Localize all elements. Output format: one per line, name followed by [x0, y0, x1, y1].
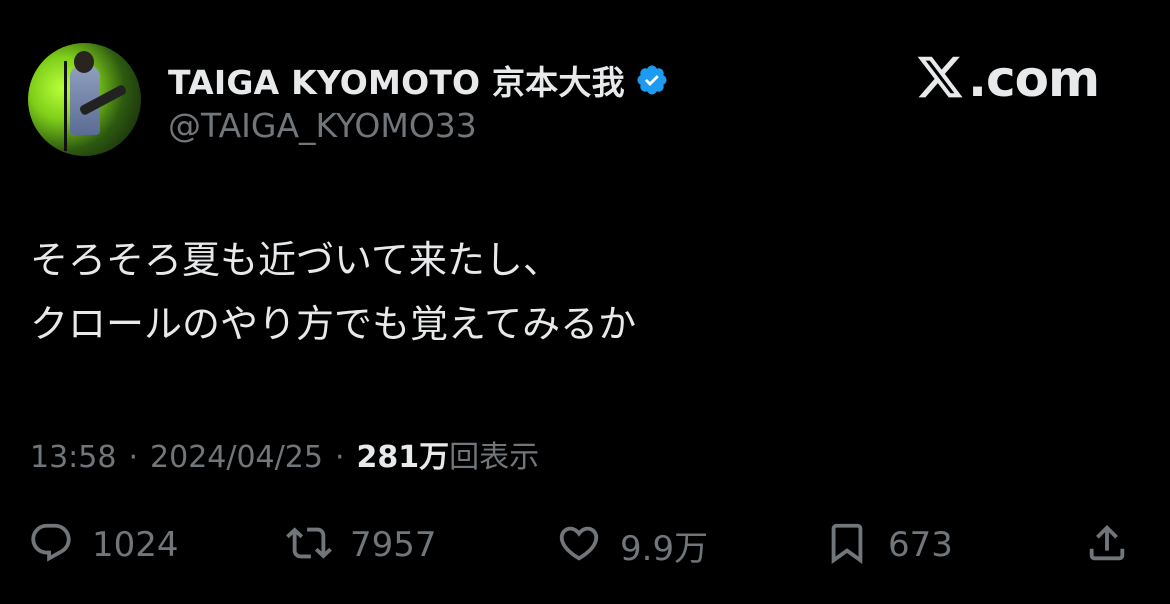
share-button[interactable]	[1084, 520, 1130, 570]
share-icon	[1084, 520, 1130, 570]
heart-icon	[556, 520, 602, 570]
tweet-time[interactable]: 13:58	[30, 440, 116, 475]
like-count: 9.9万	[620, 528, 709, 569]
retweet-icon	[286, 520, 332, 570]
views-count[interactable]: 281万	[356, 432, 449, 476]
tweet-line: そろそろ夏も近づいて来たし、	[30, 238, 561, 282]
avatar-head	[74, 51, 94, 73]
tweet-meta: 13:58 · 2024/04/25 · 281万 回表示	[30, 432, 539, 476]
brand: .com	[914, 50, 1100, 108]
reply-button[interactable]: 1024	[28, 520, 179, 570]
brand-text: .com	[968, 50, 1100, 108]
tweet-date[interactable]: 2024/04/25	[150, 440, 323, 475]
reply-count: 1024	[92, 525, 179, 565]
author-name-row: TAIGA KYOMOTO 京本大我	[168, 56, 669, 104]
x-logo-icon	[914, 52, 966, 106]
tweet-line: クロールのやり方でも覚えてみるか	[30, 302, 637, 346]
retweet-count: 7957	[350, 525, 437, 565]
avatar[interactable]	[28, 43, 141, 156]
bookmark-button[interactable]: 673	[824, 520, 953, 570]
reply-icon	[28, 520, 74, 570]
meta-separator: ·	[334, 440, 345, 475]
handle[interactable]: @TAIGA_KYOMO33	[168, 106, 477, 145]
display-name[interactable]: TAIGA KYOMOTO 京本大我	[168, 56, 625, 104]
retweet-button[interactable]: 7957	[286, 520, 437, 570]
verified-badge-icon	[635, 63, 669, 97]
views-label: 回表示	[449, 440, 540, 475]
meta-separator: ·	[128, 440, 139, 475]
bookmark-count: 673	[888, 525, 953, 565]
bookmark-icon	[824, 520, 870, 570]
like-button[interactable]: 9.9万	[556, 520, 708, 570]
tweet-text: そろそろ夏も近づいて来たし、 クロールのやり方でも覚えてみるか	[30, 228, 1130, 356]
action-bar: 1024 7957 9.9万 673	[0, 520, 1170, 580]
avatar-mic-stand	[64, 61, 67, 151]
